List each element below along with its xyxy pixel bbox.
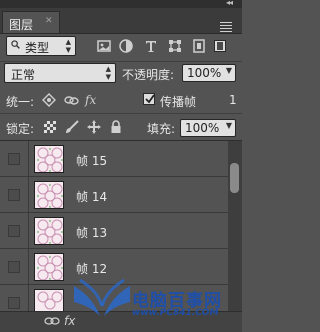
opacity-value: 100% — [187, 66, 222, 80]
blend-mode-value: 正常 — [11, 68, 36, 82]
smart-object-filter-icon[interactable] — [191, 38, 207, 54]
link-layers-icon[interactable] — [44, 315, 60, 327]
visibility-toggle[interactable] — [8, 225, 20, 237]
visibility-column-divider — [28, 141, 29, 177]
blend-mode-select[interactable]: 正常 ▲ ▼ — [4, 63, 116, 83]
layer-thumbnail — [34, 253, 64, 281]
panel-menu-icon[interactable] — [220, 22, 232, 34]
panel-tab-bar: 图层 ✕ — [0, 8, 242, 34]
chevron-updown-icon: ▲ ▼ — [65, 38, 71, 54]
close-icon[interactable]: ✕ — [45, 16, 53, 26]
visibility-toggle[interactable] — [8, 261, 20, 273]
visibility-column-divider — [28, 285, 29, 311]
layer-row[interactable]: 帧 12 — [0, 249, 228, 285]
lock-all-icon[interactable] — [108, 119, 124, 135]
tab-layers[interactable]: 图层 ✕ — [2, 11, 60, 33]
shape-filter-icon[interactable] — [167, 38, 183, 54]
panel-top-strip: ◂◂ — [0, 0, 242, 8]
filter-kind-label: 类型 — [25, 41, 50, 55]
filter-toggle-switch[interactable] — [214, 40, 226, 52]
layer-name: 帧 15 — [76, 154, 108, 168]
opacity-label: 不透明度: — [122, 68, 175, 82]
checkmark-icon — [145, 94, 155, 104]
visibility-toggle[interactable] — [8, 189, 20, 201]
lock-position-icon[interactable] — [86, 119, 102, 135]
chevron-down-icon[interactable]: ▼ — [226, 121, 232, 130]
propagate-frame-checkbox[interactable] — [143, 93, 155, 105]
unify-position-icon[interactable] — [40, 91, 58, 109]
visibility-column-divider — [28, 249, 29, 285]
scrollbar-thumb[interactable] — [230, 163, 239, 193]
layers-scrollbar[interactable] — [228, 141, 242, 311]
frame-number: 1 — [229, 93, 237, 107]
svg-text:fx: fx — [84, 93, 96, 107]
blend-row: 正常 ▲ ▼ 不透明度: 100% ▼ — [0, 62, 242, 86]
add-layer-style-icon[interactable]: fx — [64, 314, 75, 328]
filter-kind-select[interactable]: 类型 ▲ ▼ — [6, 36, 76, 56]
layer-name: 帧 14 — [76, 190, 108, 204]
lock-label: 锁定: — [6, 122, 35, 136]
image-filter-icon[interactable] — [96, 38, 112, 54]
layers-list: 帧 15 帧 14 帧 13 帧 12 — [0, 141, 228, 311]
visibility-toggle[interactable] — [8, 297, 20, 309]
collapse-icon[interactable]: ◂◂ — [226, 0, 233, 7]
lock-row: 锁定: 填充: 100% ▼ — [0, 114, 242, 140]
layer-row[interactable]: 帧 13 — [0, 213, 228, 249]
layer-thumbnail — [34, 289, 64, 311]
tab-layers-label: 图层 — [9, 18, 34, 32]
visibility-toggle[interactable] — [8, 153, 20, 165]
visibility-column-divider — [28, 177, 29, 213]
layer-name: 帧 13 — [76, 226, 108, 240]
unify-label: 统一: — [6, 95, 35, 109]
fill-label: 填充: — [147, 122, 176, 136]
search-icon — [11, 40, 20, 49]
text-filter-icon[interactable] — [143, 38, 159, 54]
chevron-updown-icon: ▲ ▼ — [105, 65, 111, 81]
unify-style-icon[interactable]: fx — [84, 91, 102, 109]
visibility-column-divider — [28, 213, 29, 249]
unify-row: 统一: fx 传播帧 1 — [0, 88, 242, 112]
layer-thumbnail — [34, 145, 64, 173]
layers-footer: fx — [0, 311, 242, 332]
fill-value: 100% — [185, 121, 220, 135]
layer-name: 帧 12 — [76, 262, 108, 276]
layer-row[interactable] — [0, 285, 228, 311]
layer-thumbnail — [34, 181, 64, 209]
filter-row: 类型 ▲ ▼ — [0, 34, 242, 61]
layers-panel: ◂◂ 图层 ✕ 类型 ▲ ▼ 正常 ▲ ▼ 不透明度: 100% ▼ 统一: f… — [0, 0, 242, 332]
lock-transparent-icon[interactable] — [42, 119, 58, 135]
layer-row[interactable]: 帧 14 — [0, 177, 228, 213]
opacity-field[interactable]: 100% ▼ — [182, 64, 236, 82]
propagate-frame-label: 传播帧 — [160, 95, 197, 109]
layer-row[interactable]: 帧 15 — [0, 141, 228, 177]
fill-field[interactable]: 100% ▼ — [180, 119, 236, 137]
layer-thumbnail — [34, 217, 64, 245]
unify-visibility-icon[interactable] — [62, 91, 80, 109]
lock-image-icon[interactable] — [64, 119, 80, 135]
chevron-down-icon[interactable]: ▼ — [226, 66, 232, 75]
adjustment-filter-icon[interactable] — [118, 38, 134, 54]
